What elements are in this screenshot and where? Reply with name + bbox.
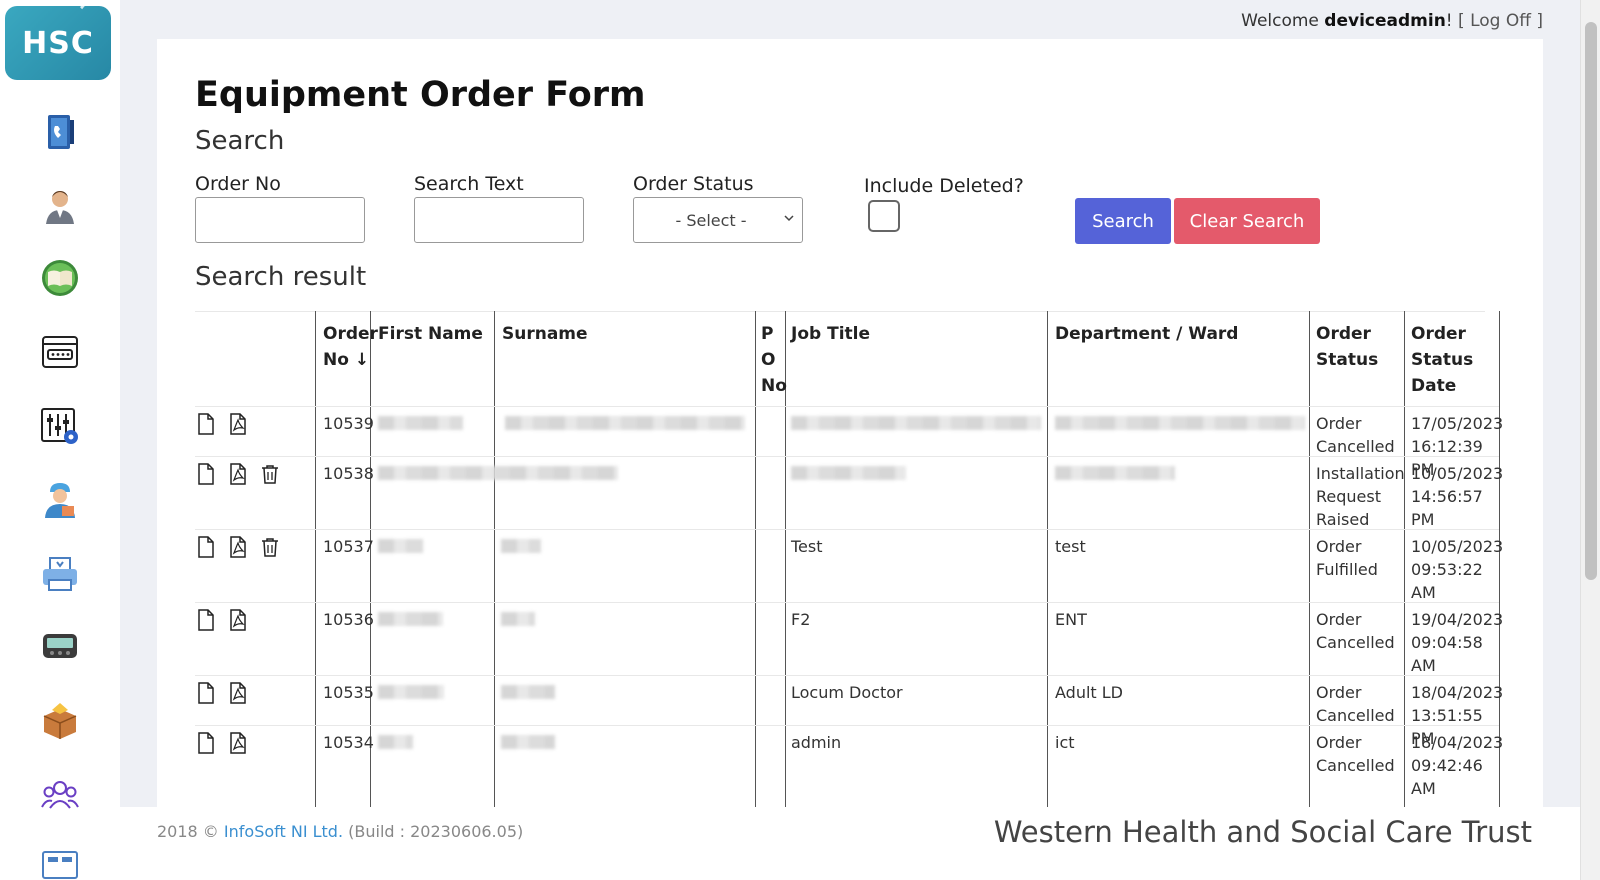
copyright: 2018 © InfoSoft NI Ltd. (Build : 2023060… <box>157 822 523 841</box>
cell-order-no: 10535 <box>323 683 374 702</box>
header-order-status[interactable]: Order Status <box>1316 321 1396 373</box>
copyright-prefix: 2018 © <box>157 822 219 841</box>
delete-icon[interactable] <box>259 536 281 558</box>
header-order-status-date[interactable]: Order Status Date <box>1411 321 1491 399</box>
company-link[interactable]: InfoSoft NI Ltd. <box>224 822 343 841</box>
pdf-icon[interactable] <box>227 732 249 754</box>
document-icon[interactable] <box>195 463 217 485</box>
cell-date: 19/04/2023 09:04:58 AM <box>1411 610 1504 675</box>
cell-order-no: 10537 <box>323 537 374 556</box>
header-order-no-label: Order No <box>323 324 378 370</box>
search-text-input[interactable] <box>414 197 584 243</box>
engineer-icon[interactable] <box>40 480 80 520</box>
footer: 2018 © InfoSoft NI Ltd. (Build : 2023060… <box>120 807 1580 880</box>
header-order-no[interactable]: Order No ↓ <box>323 321 378 373</box>
cell-job-title: F2 <box>791 610 811 629</box>
cell-status: Installation Request Raised <box>1316 464 1405 529</box>
include-deleted-checkbox[interactable] <box>868 200 900 232</box>
header-po-no[interactable]: PO No <box>761 321 787 399</box>
chevron-down-icon <box>784 215 794 222</box>
header-job-title[interactable]: Job Title <box>791 321 870 347</box>
cell-job-title: Locum Doctor <box>791 683 903 702</box>
order-status-label: Order Status <box>633 173 754 195</box>
search-button[interactable]: Search <box>1075 198 1171 244</box>
cell-date: 18/04/2023 09:42:46 AM <box>1411 733 1504 798</box>
trust-name: Western Health and Social Care Trust <box>993 815 1532 849</box>
pdf-icon[interactable] <box>227 463 249 485</box>
cell-status: Order Cancelled <box>1316 414 1395 456</box>
pdf-icon[interactable] <box>227 682 249 704</box>
document-icon[interactable] <box>195 682 217 704</box>
table-top-border <box>195 311 1485 312</box>
package-icon[interactable] <box>40 700 80 740</box>
welcome-prefix: Welcome <box>1241 11 1319 31</box>
header-first-name[interactable]: First Name <box>378 321 483 347</box>
user-icon[interactable] <box>40 186 80 226</box>
pdf-icon[interactable] <box>227 536 249 558</box>
sidebar: HSC <box>0 0 120 880</box>
document-icon[interactable] <box>195 732 217 754</box>
cell-status: Order Cancelled <box>1316 610 1395 652</box>
document-icon[interactable] <box>195 413 217 435</box>
cell-status: Order Fulfilled <box>1316 537 1378 579</box>
cell-order-no: 10538 <box>323 464 374 483</box>
card-icon[interactable] <box>40 846 80 880</box>
pdf-icon[interactable] <box>227 413 249 435</box>
clear-search-button[interactable]: Clear Search <box>1174 198 1320 244</box>
welcome-exclaim: ! <box>1445 11 1453 31</box>
build-number: (Build : 20230606.05) <box>348 822 524 841</box>
cell-job-title: admin <box>791 733 842 752</box>
results-table: Order No ↓ First Name Surname PO No Job … <box>195 311 1507 807</box>
include-deleted-label: Include Deleted? <box>864 175 1024 197</box>
cell-job-title: Test <box>791 537 823 556</box>
group-icon[interactable] <box>40 774 80 814</box>
page-title: Equipment Order Form <box>195 75 646 115</box>
pager-icon[interactable] <box>40 626 80 666</box>
cell-order-no: 10539 <box>323 414 374 433</box>
cell-order-no: 10536 <box>323 610 374 629</box>
header-surname[interactable]: Surname <box>502 321 588 347</box>
cell-department: Adult LD <box>1055 683 1123 702</box>
scrollbar-thumb[interactable] <box>1585 22 1597 580</box>
settings-panel-icon[interactable] <box>40 406 80 446</box>
search-heading: Search <box>195 126 285 156</box>
printer-icon[interactable] <box>40 554 80 594</box>
welcome-bar: Welcome deviceadmin! [ Log Off ] <box>1241 11 1543 31</box>
cell-department: test <box>1055 537 1086 556</box>
sort-arrow-icon[interactable]: ↓ <box>355 350 369 370</box>
delete-icon[interactable] <box>259 463 281 485</box>
password-window-icon[interactable] <box>40 332 80 372</box>
order-no-input[interactable] <box>195 197 365 243</box>
document-icon[interactable] <box>195 536 217 558</box>
book-icon[interactable] <box>40 258 80 298</box>
header-department[interactable]: Department / Ward <box>1055 321 1238 347</box>
order-status-select[interactable]: - Select - <box>633 197 803 243</box>
pdf-icon[interactable] <box>227 609 249 631</box>
order-no-label: Order No <box>195 173 281 195</box>
cell-date: 10/05/2023 09:53:22 AM <box>1411 537 1504 602</box>
bracket-close: ] <box>1536 11 1543 31</box>
cell-status: Order Cancelled <box>1316 733 1395 775</box>
hsc-logo[interactable]: HSC <box>5 6 111 80</box>
page-scrollbar[interactable] <box>1580 0 1600 880</box>
bracket-open: [ <box>1458 11 1465 31</box>
main-card: Equipment Order Form Search Order No Sea… <box>157 39 1543 807</box>
cell-date: 10/05/2023 14:56:57 PM <box>1411 464 1504 529</box>
document-icon[interactable] <box>195 609 217 631</box>
username: deviceadmin <box>1324 11 1446 31</box>
search-text-label: Search Text <box>414 173 524 195</box>
cell-department: ENT <box>1055 610 1087 629</box>
result-heading: Search result <box>195 262 367 292</box>
order-status-selected: - Select - <box>675 210 747 230</box>
cell-status: Order Cancelled <box>1316 683 1395 725</box>
logoff-link[interactable]: Log Off <box>1470 11 1531 31</box>
cell-department: ict <box>1055 733 1075 752</box>
cell-order-no: 10534 <box>323 733 374 752</box>
phone-directory-icon[interactable] <box>40 112 80 152</box>
